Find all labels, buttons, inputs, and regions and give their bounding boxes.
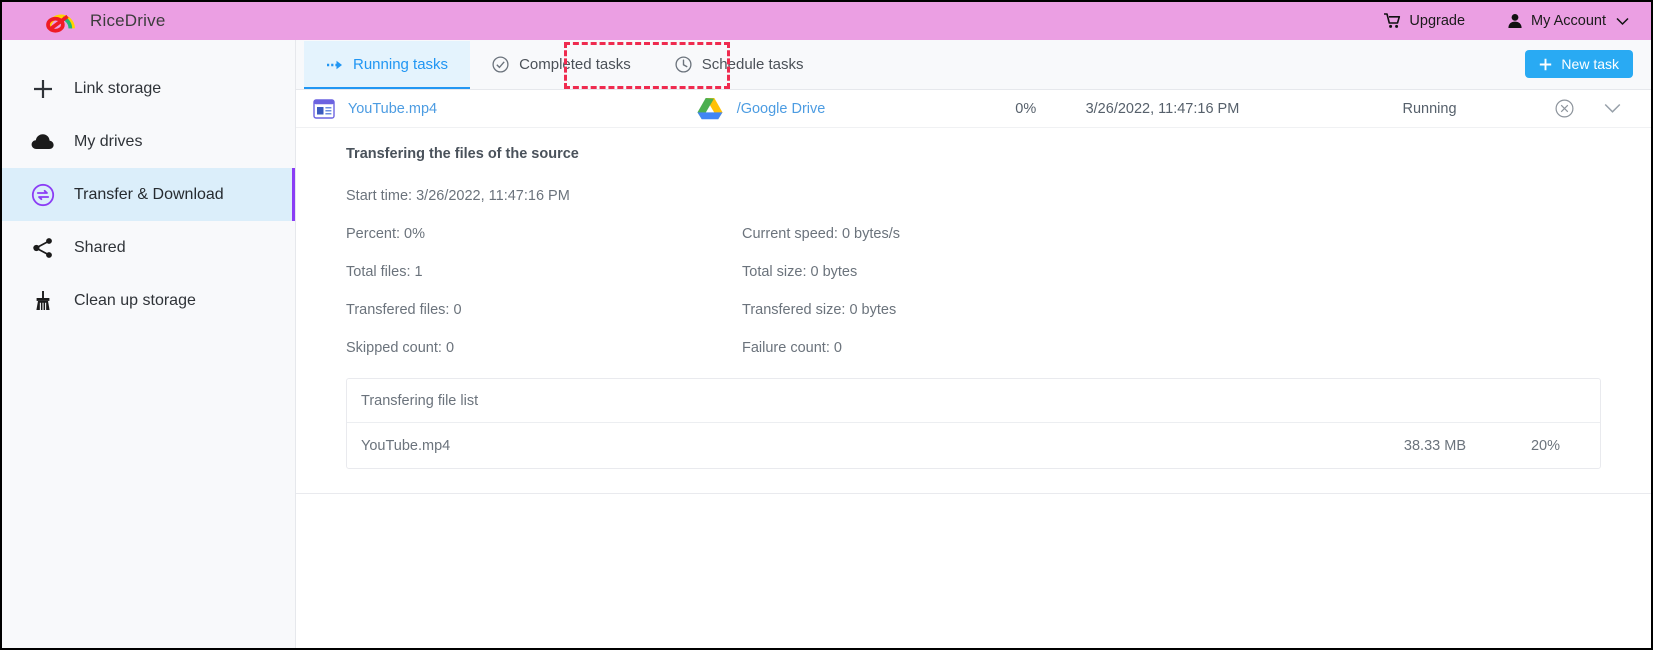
brand-name: RiceDrive [90,11,166,30]
task-detail-panel: Transfering the files of the source Star… [296,128,1651,494]
tab-label: Running tasks [353,56,449,73]
plus-icon [30,76,56,102]
cancel-circle-icon [1555,99,1574,118]
tab-running-tasks[interactable]: Running tasks [304,40,471,89]
sidebar-item-transfer-download[interactable]: Transfer & Download [2,168,295,221]
cancel-task-button[interactable] [1524,99,1604,118]
file-list-header: Transfering file list [347,379,1600,423]
detail-total-files: Total files: 1 [346,264,423,280]
detail-failure-count: Failure count: 0 [742,340,842,356]
task-status: Running [1402,100,1457,117]
detail-current-speed: Current speed: 0 bytes/s [742,226,900,242]
arrow-right-icon [326,59,343,71]
person-icon [1508,14,1522,28]
task-source-name[interactable]: YouTube.mp4 [348,101,577,117]
tab-completed-tasks[interactable]: Completed tasks [470,41,653,89]
header-actions: Upgrade My Account [1384,13,1629,29]
task-percent: 0% [1015,100,1037,117]
sidebar-item-label: Transfer & Download [74,185,224,203]
tab-bar: Running tasks Completed tasks Schedule t… [296,40,1651,90]
sidebar: Link storage My drives Transfer & Downlo… [2,40,296,648]
web-page-icon [300,98,348,119]
upgrade-label: Upgrade [1409,13,1466,29]
file-percent: 20% [1530,437,1560,454]
detail-percent: Percent: 0% [346,226,425,242]
sidebar-item-label: Link storage [74,79,162,97]
chevron-down-icon [1616,17,1629,25]
file-name: YouTube.mp4 [361,437,451,454]
my-account-button[interactable]: My Account [1507,13,1629,29]
body: Link storage My drives Transfer & Downlo… [2,40,1651,648]
detail-row: Total files: 1 Total size: 0 bytes [346,264,1601,280]
transfer-icon [30,182,56,208]
main-content: Running tasks Completed tasks Schedule t… [296,40,1651,648]
sidebar-item-label: Shared [74,238,126,256]
plus-icon [1540,58,1552,70]
detail-row: Start time: 3/26/2022, 11:47:16 PM [346,188,1601,204]
transfering-file-list: Transfering file list YouTube.mp4 38.33 … [346,378,1601,469]
detail-row: Percent: 0% Current speed: 0 bytes/s [346,226,1601,242]
detail-row: Skipped count: 0 Failure count: 0 [346,340,1601,356]
cart-icon [1384,13,1401,28]
detail-title: Transfering the files of the source [346,146,579,162]
ricedrive-logo-icon [46,14,75,33]
upgrade-button[interactable]: Upgrade [1384,13,1465,29]
tab-schedule-tasks[interactable]: Schedule tasks [653,41,826,89]
sidebar-item-link-storage[interactable]: Link storage [2,62,295,115]
detail-transfered-files: Transfered files: 0 [346,302,462,318]
new-task-label: New task [1561,56,1619,72]
share-icon [30,235,56,261]
top-header: RiceDrive Upgrade My Account [2,2,1651,40]
sidebar-item-shared[interactable]: Shared [2,221,295,274]
sidebar-item-clean-up-storage[interactable]: Clean up storage [2,274,295,327]
chevron-down-icon [1604,103,1621,113]
check-circle-icon [492,56,509,73]
detail-start-time: Start time: 3/26/2022, 11:47:16 PM [346,188,570,204]
sidebar-item-my-drives[interactable]: My drives [2,115,295,168]
tab-label: Schedule tasks [701,56,804,73]
app-window: RiceDrive Upgrade My Account Link storag… [0,0,1653,650]
task-time: 3/26/2022, 11:47:16 PM [1085,100,1240,117]
my-account-label: My Account [1531,13,1606,29]
cloud-icon [30,129,56,155]
detail-transfered-size: Transfered size: 0 bytes [742,302,897,318]
task-destination-name[interactable]: /Google Drive [737,101,966,117]
detail-skipped-count: Skipped count: 0 [346,340,455,356]
detail-total-size: Total size: 0 bytes [742,264,858,280]
detail-row: Transfered files: 0 Transfered size: 0 b… [346,302,1601,318]
file-size: 38.33 MB [1403,437,1466,454]
clock-icon [675,56,692,73]
brand[interactable]: RiceDrive [42,8,165,34]
google-drive-icon [577,97,737,120]
new-task-button[interactable]: New task [1525,50,1633,78]
expand-task-button[interactable] [1604,103,1647,114]
sidebar-item-label: Clean up storage [74,291,196,309]
file-list-row: YouTube.mp4 38.33 MB 20% [347,423,1600,468]
task-row[interactable]: YouTube.mp4 /Google Drive 0% 3/26/2022, … [296,90,1651,128]
tab-label: Completed tasks [519,56,631,73]
broom-icon [30,288,56,314]
sidebar-item-label: My drives [74,132,143,150]
